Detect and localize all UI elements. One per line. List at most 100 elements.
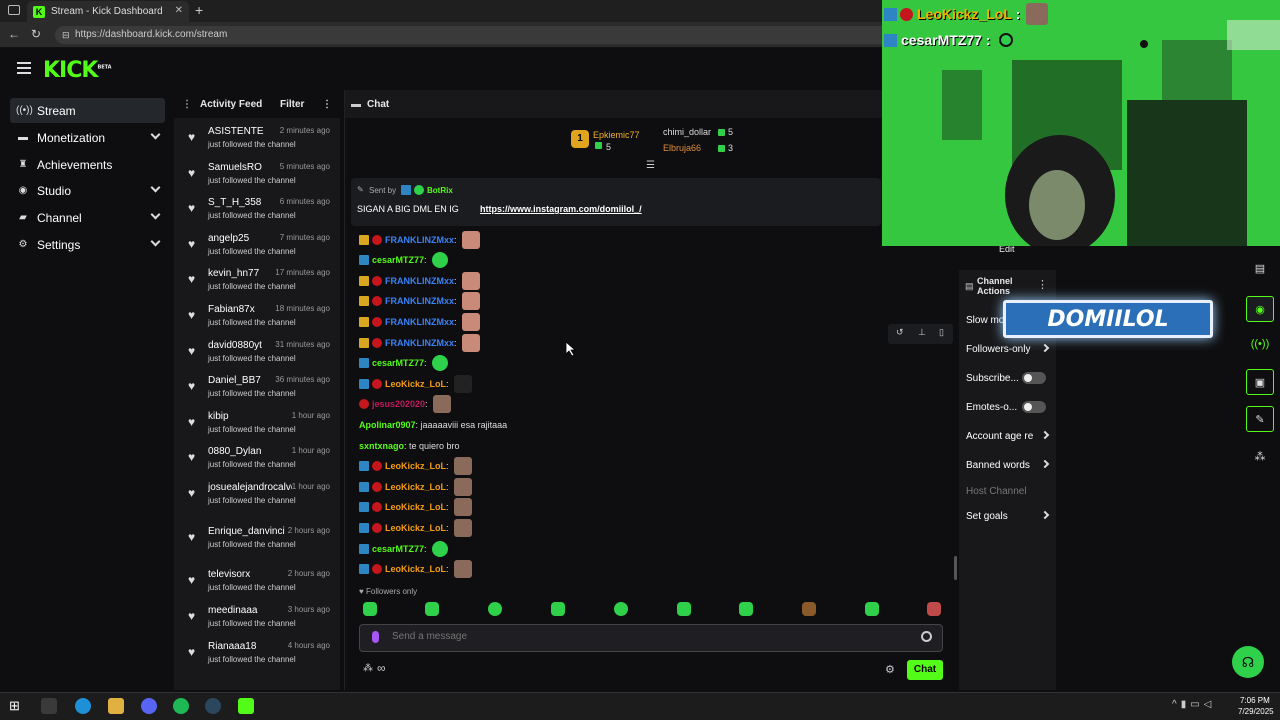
chat-message[interactable]: LeoKickz_LoL: (359, 457, 473, 475)
channel-action-item[interactable]: Host Channel (966, 486, 1050, 497)
pinned-link[interactable]: https://www.instagram.com/domiilol_/ (480, 204, 642, 214)
chat-message[interactable]: LeoKickz_LoL: (359, 498, 473, 516)
expand-leaderboard-icon[interactable]: ☰ (646, 160, 655, 171)
chat-message[interactable]: LeoKickz_LoL: (359, 560, 473, 578)
chat-message[interactable]: sxntxnago: te quiero bro (359, 437, 460, 455)
chat-username[interactable]: FRANKLINZMxx (385, 296, 454, 306)
chat-scrollbar[interactable] (954, 556, 957, 580)
feed-item[interactable]: ♥ Fabian87x 18 minutes ago just followed th… (174, 304, 340, 338)
chat-username[interactable]: FRANKLINZMxx (385, 276, 454, 286)
steam-icon[interactable] (205, 698, 221, 714)
emote-icon[interactable] (677, 602, 691, 616)
broadcast-icon[interactable]: ((•)) (1246, 331, 1274, 357)
emote-icon[interactable] (739, 602, 753, 616)
kick-points-icon[interactable]: ⁂ (1246, 444, 1274, 470)
chat-username[interactable]: jesus202020 (372, 399, 425, 409)
feed-item[interactable]: ♥ televisorx 2 hours ago just followed the … (174, 569, 340, 603)
emote-icon[interactable] (927, 602, 941, 616)
kick-app-icon[interactable] (238, 698, 254, 714)
chat-username[interactable]: LeoKickz_LoL (385, 502, 446, 512)
channel-action-item[interactable]: Account age re (966, 430, 1050, 442)
chat-username[interactable]: cesarMTZ77 (372, 358, 424, 368)
chat-message[interactable]: FRANKLINZMxx: (359, 231, 481, 249)
wrench-icon[interactable]: ✎ (1246, 406, 1274, 432)
windows-start-icon[interactable]: ⊞ (9, 698, 25, 714)
chat-message[interactable]: LeoKickz_LoL: (359, 375, 473, 393)
more-options-icon[interactable]: ⋮ (322, 99, 332, 110)
emote-icon[interactable] (488, 602, 502, 616)
feed-item[interactable]: ♥ david0880yt 31 minutes ago just followed … (174, 340, 340, 374)
chat-message[interactable]: FRANKLINZMxx: (359, 334, 481, 352)
chat-message[interactable]: FRANKLINZMxx: (359, 292, 481, 310)
clock-date[interactable]: 7/29/2025 (1238, 707, 1274, 716)
feed-item[interactable]: ♥ kibip 1 hour ago just followed the channe… (174, 411, 340, 445)
hamburger-menu-icon[interactable] (17, 62, 31, 74)
more-options-icon[interactable]: ⋮ (1037, 278, 1048, 291)
discord-icon[interactable] (141, 698, 157, 714)
chat-username[interactable]: LeoKickz_LoL (385, 523, 446, 533)
support-button[interactable]: ☊ (1232, 646, 1264, 678)
layout-icon[interactable]: ▣ (1246, 369, 1274, 395)
channel-action-item[interactable]: Subscribe... (966, 372, 1050, 384)
chat-message[interactable]: jesus202020: (359, 395, 452, 413)
feed-item[interactable]: ♥ Enrique_danvinci 2 hours ago just followe… (174, 526, 340, 560)
chat-username[interactable]: LeoKickz_LoL (385, 482, 446, 492)
chat-message[interactable]: Apolinar0907: jaaaaaviii esa rajitaaa (359, 416, 507, 434)
back-icon[interactable]: ← (8, 27, 20, 41)
chat-username[interactable]: FRANKLINZMxx (385, 317, 454, 327)
feed-item[interactable]: ♥ Daniel_BB7 36 minutes ago just followed t… (174, 375, 340, 409)
kick-logo[interactable]: KICKBETA (43, 58, 112, 83)
microphone-icon[interactable] (372, 631, 379, 643)
chat-settings-icon[interactable]: ⚙ (885, 663, 895, 676)
sidebar-item-studio[interactable]: ◉ Studio (10, 178, 165, 203)
drag-handle-icon[interactable]: ⋮ (182, 99, 192, 110)
chat-username[interactable]: LeoKickz_LoL (385, 564, 446, 574)
spotify-icon[interactable] (173, 698, 189, 714)
chat-toggle-icon[interactable]: ◉ (1246, 296, 1274, 322)
browser-tab[interactable]: K Stream - Kick Dashboard ✕ (27, 1, 189, 22)
chat-username[interactable]: sxntxnago (359, 441, 404, 451)
chat-message[interactable]: FRANKLINZMxx: (359, 272, 481, 290)
clock-time[interactable]: 7:06 PM (1240, 696, 1270, 705)
delete-icon[interactable]: ▯ (939, 327, 944, 338)
channel-action-item[interactable]: Banned words (966, 459, 1050, 471)
window-menu-icon[interactable] (8, 5, 20, 15)
feed-item[interactable]: ♥ SamuelsRO 5 minutes ago just followed the… (174, 162, 340, 196)
chat-username[interactable]: FRANKLINZMxx (385, 235, 454, 245)
feed-item[interactable]: ♥ meedinaaa 3 hours ago just followed the c… (174, 605, 340, 639)
url-field[interactable]: ⊟ https://dashboard.kick.com/stream (55, 26, 895, 44)
feed-item[interactable]: ♥ kevin_hn77 17 minutes ago just followed t… (174, 268, 340, 302)
chat-message[interactable]: cesarMTZ77: (359, 354, 449, 372)
notes-icon[interactable]: ▤ (1246, 256, 1274, 282)
close-tab-icon[interactable]: ✕ (175, 5, 183, 16)
toggle-switch[interactable] (1022, 401, 1046, 413)
emote-icon[interactable] (865, 602, 879, 616)
chat-message[interactable]: cesarMTZ77: (359, 540, 449, 558)
feed-item[interactable]: ♥ S_T_H_358 6 minutes ago just followed the… (174, 197, 340, 231)
chat-username[interactable]: cesarMTZ77 (372, 544, 424, 554)
chat-username[interactable]: LeoKickz_LoL (385, 461, 446, 471)
site-info-icon[interactable]: ⊟ (62, 26, 70, 44)
chat-message[interactable]: LeoKickz_LoL: (359, 519, 473, 537)
chat-message[interactable]: FRANKLINZMxx: (359, 313, 481, 331)
emoji-picker-icon[interactable] (921, 631, 932, 642)
channel-action-item[interactable]: Emotes-o... (966, 401, 1050, 413)
filter-button[interactable]: Filter (280, 99, 304, 110)
message-input[interactable] (392, 631, 892, 642)
chat-username[interactable]: FRANKLINZMxx (385, 338, 454, 348)
feed-item[interactable]: ♥ josuealejandrocalvo 1 hour ago just follo… (174, 482, 340, 516)
chat-message[interactable]: LeoKickz_LoL: (359, 478, 473, 496)
emote-icon[interactable] (425, 602, 439, 616)
toggle-switch[interactable] (1022, 372, 1046, 384)
emote-icon[interactable] (802, 602, 816, 616)
send-chat-button[interactable]: Chat (907, 660, 943, 680)
feed-item[interactable]: ♥ Rianaaa18 4 hours ago just followed the c… (174, 641, 340, 675)
pin-message-icon[interactable]: ⊥ (918, 327, 926, 338)
new-tab-button[interactable]: + (195, 2, 203, 18)
chat-username[interactable]: cesarMTZ77 (372, 255, 424, 265)
feed-item[interactable]: ♥ angelp25 7 minutes ago just followed the … (174, 233, 340, 267)
reply-icon[interactable]: ↺ (896, 327, 904, 338)
sidebar-item-settings[interactable]: ⚙ Settings (10, 232, 165, 257)
tray-icons[interactable]: ^▮▭◁ (1172, 699, 1215, 710)
chat-username[interactable]: Apolinar0907 (359, 420, 416, 430)
